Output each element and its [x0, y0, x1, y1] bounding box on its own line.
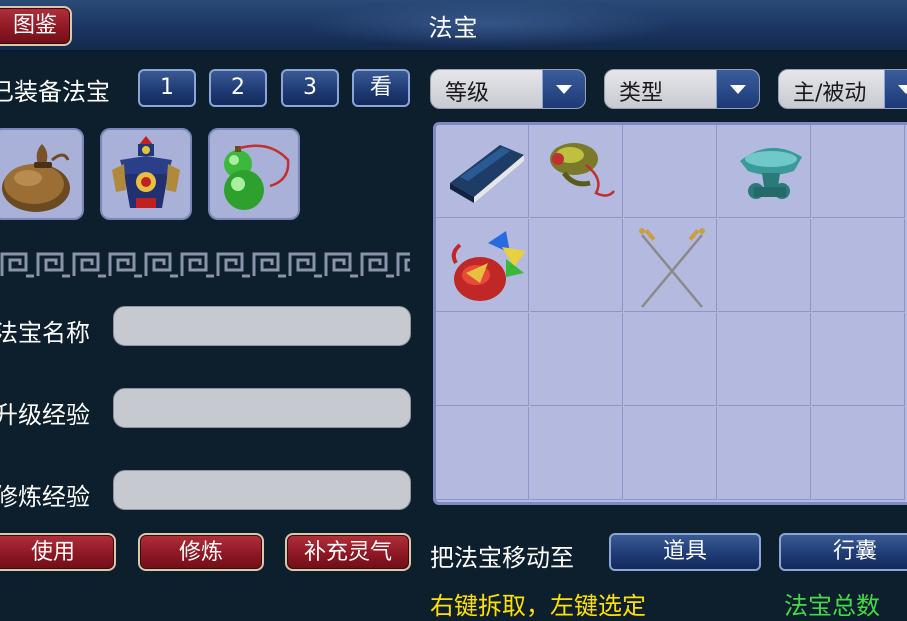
inventory-cell[interactable] [718, 219, 811, 312]
inventory-cell[interactable] [812, 313, 905, 406]
refine-button[interactable]: 修炼 [138, 533, 264, 571]
tab-1[interactable]: 1 [138, 69, 196, 107]
tab-2[interactable]: 2 [209, 69, 267, 107]
decorative-border [0, 252, 410, 278]
view-button[interactable]: 看 [352, 69, 410, 107]
active-passive-filter-label: 主/被动 [793, 81, 867, 106]
inventory-cell[interactable] [812, 125, 905, 218]
use-button[interactable]: 使用 [0, 533, 116, 571]
chevron-down-icon [884, 70, 907, 108]
blue-book-icon[interactable] [440, 131, 530, 211]
armored-warrior-icon [112, 136, 180, 208]
chevron-down-icon [716, 70, 759, 108]
inventory-cell[interactable] [530, 407, 623, 500]
inventory-cell[interactable] [812, 407, 905, 500]
type-filter-dropdown[interactable]: 类型 [604, 69, 760, 109]
active-passive-filter-dropdown[interactable]: 主/被动 [778, 69, 907, 109]
cultivation-exp-label: 修炼经验 [0, 483, 90, 511]
usage-hint: 右键拆取，左键选定 [430, 592, 646, 620]
move-to-items-button[interactable]: 道具 [609, 533, 761, 571]
inventory-cell[interactable] [530, 219, 623, 312]
illustrated-guide-button[interactable]: 图鉴 [0, 6, 72, 46]
flag-charm-icon[interactable] [440, 223, 532, 313]
title-bar: 法宝 [0, 0, 907, 52]
equipped-label: 已装备法宝 [0, 78, 110, 106]
replenish-spirit-button[interactable]: 补充灵气 [285, 533, 411, 571]
move-to-bag-button[interactable]: 行囊 [779, 533, 907, 571]
money-bag-icon [2, 144, 70, 212]
equipped-slot-1[interactable] [0, 128, 84, 220]
equipped-slot-3[interactable] [208, 128, 300, 220]
crossed-swords-icon[interactable] [632, 223, 712, 313]
green-gourd-icon [224, 144, 290, 210]
total-count-label: 法宝总数 [784, 592, 880, 620]
type-filter-label: 类型 [619, 81, 664, 106]
inventory-cell[interactable] [718, 407, 811, 500]
window-title: 法宝 [428, 14, 479, 42]
inventory-cell[interactable] [718, 313, 811, 406]
inventory-cell[interactable] [436, 407, 529, 500]
chevron-down-icon [542, 70, 585, 108]
inventory-cell[interactable] [624, 125, 717, 218]
inventory-cell[interactable] [624, 313, 717, 406]
upgrade-exp-field [113, 388, 411, 428]
level-filter-dropdown[interactable]: 等级 [430, 69, 586, 109]
inventory-cell[interactable] [436, 313, 529, 406]
tab-3[interactable]: 3 [281, 69, 339, 107]
jade-cauldron-icon[interactable] [726, 131, 816, 219]
cultivation-exp-field [113, 470, 411, 510]
inventory-grid [433, 122, 907, 505]
equipped-slot-2[interactable] [100, 128, 192, 220]
inventory-cell[interactable] [624, 407, 717, 500]
inventory-cell[interactable] [530, 313, 623, 406]
gourd-rope-icon[interactable] [534, 129, 624, 217]
name-label: 法宝名称 [0, 319, 90, 347]
level-filter-label: 等级 [445, 81, 490, 106]
move-to-label: 把法宝移动至 [430, 544, 574, 572]
upgrade-exp-label: 升级经验 [0, 401, 90, 429]
name-field [113, 306, 411, 346]
inventory-cell[interactable] [812, 219, 905, 312]
